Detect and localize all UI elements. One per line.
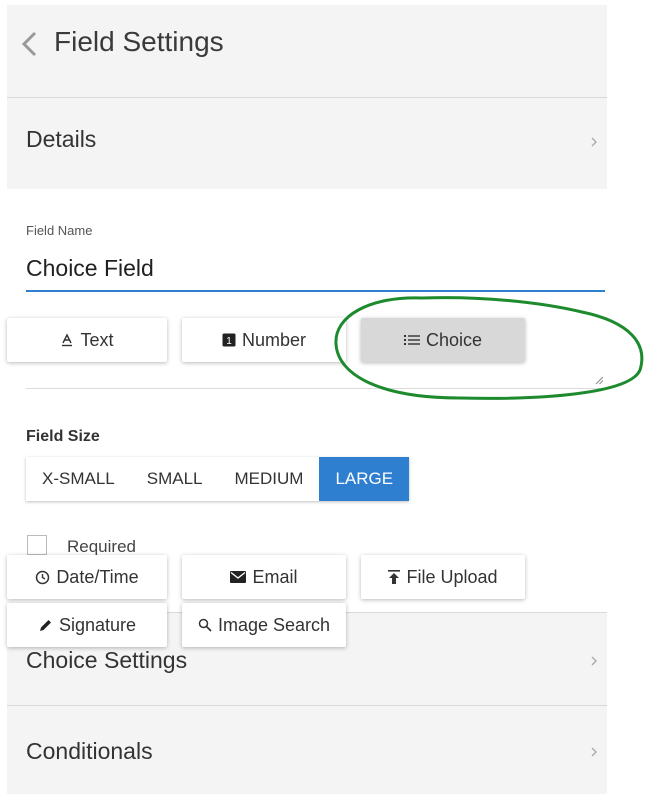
divider [26,388,606,389]
header-bar: Field Settings [7,5,607,98]
back-chevron-icon[interactable] [15,27,45,61]
envelope-icon [230,571,247,583]
datetime-type-label: Date/Time [56,566,139,587]
datetime-type-button[interactable]: Date/Time [7,555,167,599]
field-size-label: Field Size [26,428,100,445]
choice-type-label: Choice [425,329,483,350]
size-small-button[interactable]: SMALL [130,457,219,501]
clock-icon [36,570,50,584]
signature-type-label: Signature [58,614,137,635]
chevron-right-icon [591,656,597,666]
field-name-label: Field Name [26,223,93,238]
email-type-label: Email [252,566,298,587]
image-search-type-label: Image Search [217,614,331,635]
list-icon [403,335,420,345]
field-size-group: X-SMALL SMALL MEDIUM LARGE [26,457,410,501]
email-type-button[interactable]: Email [182,555,346,599]
pencil-icon [39,619,51,631]
size-medium-button[interactable]: MEDIUM [218,457,320,501]
required-checkbox[interactable] [27,535,47,555]
size-xsmall-button[interactable]: X-SMALL [26,457,131,501]
chevron-right-icon [591,137,597,147]
conditionals-section[interactable]: Conditionals [7,705,607,794]
conditionals-label: Conditionals [26,738,153,764]
signature-type-button[interactable]: Signature [7,603,167,647]
text-type-button[interactable]: Text [7,318,167,362]
details-label: Details [26,126,97,152]
field-name-input[interactable] [26,246,605,292]
number-icon: 1 [222,333,236,347]
search-icon [198,618,212,632]
text-icon [62,333,73,347]
size-large-button[interactable]: LARGE [319,457,410,501]
text-type-label: Text [80,329,114,350]
file-upload-type-label: File Upload [406,566,498,587]
details-section[interactable]: Details [7,98,607,189]
page-title: Field Settings [54,26,224,57]
upload-icon [388,570,401,584]
required-label: Required [67,537,136,556]
image-search-type-button[interactable]: Image Search [182,603,346,647]
choice-type-button[interactable]: Choice [361,318,525,362]
svg-text:1: 1 [226,336,232,347]
file-upload-type-button[interactable]: File Upload [361,555,525,599]
resize-handle-icon[interactable] [594,375,604,385]
number-type-button[interactable]: 1 Number [182,318,346,362]
chevron-right-icon [591,747,597,757]
choice-settings-label: Choice Settings [26,647,188,673]
number-type-label: Number [241,329,307,350]
